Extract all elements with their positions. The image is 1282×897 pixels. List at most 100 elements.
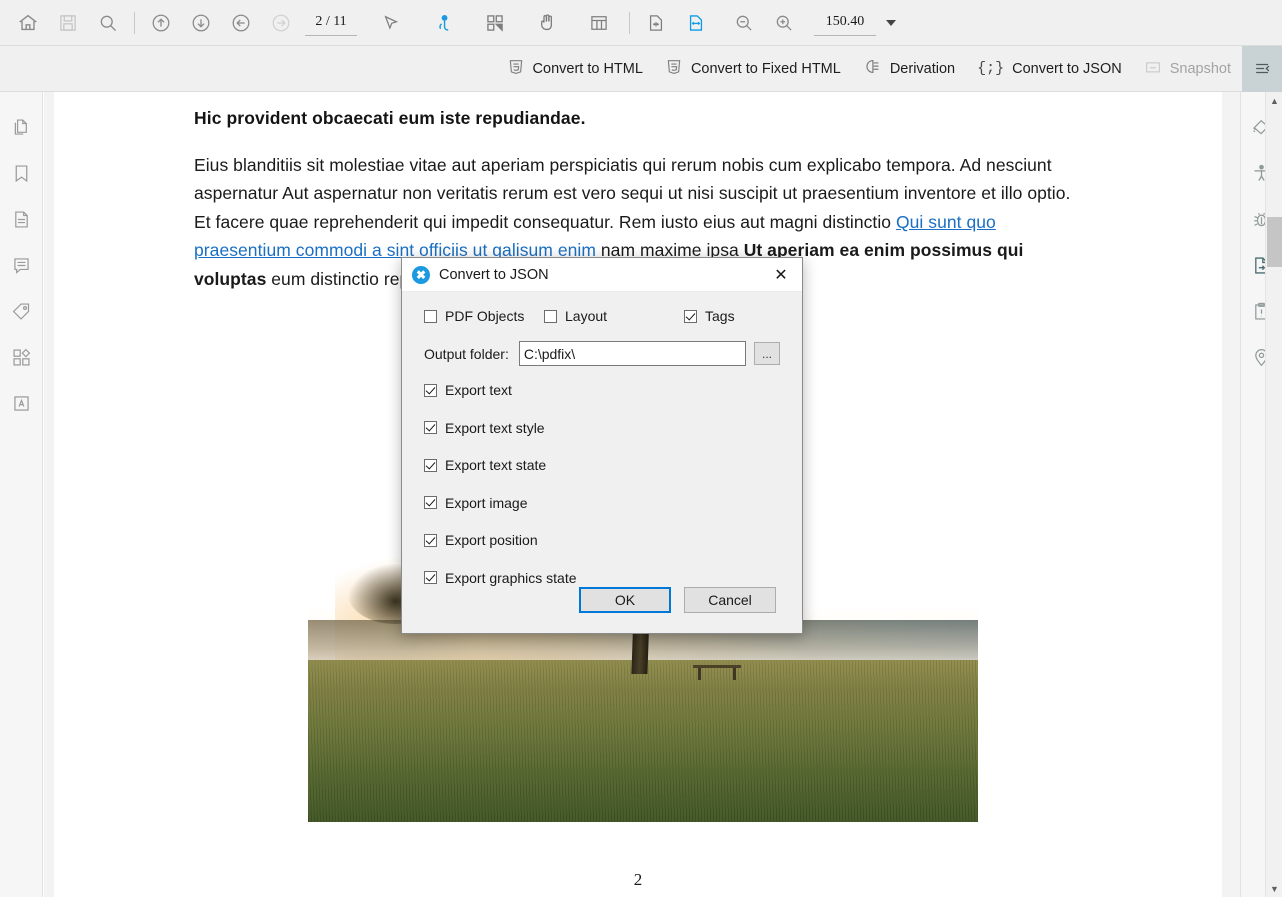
application-window: Convert to HTML Convert to Fixed HTML De…: [0, 0, 1282, 897]
dialog-body: PDF Objects Layout Tags Output folder: .…: [402, 292, 802, 589]
photo-bench: [693, 665, 742, 681]
last-page-icon[interactable]: [181, 3, 221, 43]
checkbox-label: PDF Objects: [445, 308, 525, 324]
dialog-title: Convert to JSON: [439, 266, 549, 283]
convert-to-fixed-html-label: Convert to Fixed HTML: [690, 60, 841, 77]
hand-pointer-icon[interactable]: [425, 3, 465, 43]
checkbox-box: [424, 496, 437, 509]
export-option-row: Export position: [424, 532, 780, 552]
fit-page-icon[interactable]: [636, 3, 676, 43]
checkbox-label: Export position: [445, 532, 538, 548]
scroll-up-arrow-icon[interactable]: ▲: [1266, 92, 1282, 109]
main-toolbar: [0, 0, 1282, 46]
derivation-icon: [863, 57, 882, 80]
toolbar-divider-1: [134, 11, 135, 34]
checkbox-label: Export text: [445, 382, 512, 398]
collapse-panel-icon[interactable]: [1242, 45, 1282, 92]
photo-grass-texture: [308, 660, 978, 822]
dialog-titlebar[interactable]: ✖ Convert to JSON ✕: [402, 258, 802, 292]
snapshot-button: Snapshot: [1133, 49, 1242, 89]
checkbox-box: [684, 309, 697, 323]
grid-select-icon[interactable]: [475, 3, 515, 43]
export-option-row: Export image: [424, 495, 780, 515]
checkbox-export-text[interactable]: Export text: [424, 382, 512, 398]
first-page-icon[interactable]: [141, 3, 181, 43]
home-icon[interactable]: [8, 3, 48, 43]
export-option-row: Export text: [424, 382, 780, 402]
html5-icon: [507, 58, 525, 80]
export-option-row: Export text style: [424, 420, 780, 440]
vertical-scrollbar[interactable]: ▲ ▼: [1265, 92, 1282, 897]
next-page-icon: [261, 3, 301, 43]
checkbox-label: Tags: [705, 308, 735, 324]
html5-icon: [665, 58, 683, 80]
photo-field: [308, 660, 978, 822]
tag-icon[interactable]: [0, 288, 42, 334]
snapshot-icon: [1144, 58, 1162, 80]
output-folder-input[interactable]: [518, 341, 746, 366]
close-icon[interactable]: ✕: [766, 261, 796, 289]
zoom-out-icon[interactable]: [724, 3, 764, 43]
select-cursor-icon[interactable]: [371, 3, 411, 43]
pdfix-logo-icon: ✖: [412, 265, 430, 284]
checkbox-label: Export graphics state: [445, 569, 577, 586]
checkbox-pdf-objects[interactable]: PDF Objects: [424, 308, 544, 324]
save-icon[interactable]: [48, 3, 88, 43]
convert-to-json-label: Convert to JSON: [1012, 60, 1122, 77]
convert-to-fixed-html-button[interactable]: Convert to Fixed HTML: [654, 49, 852, 89]
derivation-button[interactable]: Derivation: [852, 49, 966, 89]
top-options-row: PDF Objects Layout Tags: [424, 308, 780, 324]
toolbar-divider-2: [629, 11, 630, 34]
page-heading: Hic provident obcaecati eum iste repudia…: [194, 108, 586, 128]
text-a-icon[interactable]: [0, 380, 42, 426]
pan-hand-icon[interactable]: [527, 3, 567, 43]
zoom-in-icon[interactable]: [764, 3, 804, 43]
convert-to-html-label: Convert to HTML: [532, 60, 643, 77]
checkbox-label: Layout: [565, 308, 608, 324]
checkbox-export-position[interactable]: Export position: [424, 532, 538, 548]
comments-icon[interactable]: [0, 242, 42, 288]
document-icon[interactable]: [0, 196, 42, 242]
checkbox-export-text-state[interactable]: Export text state: [424, 457, 546, 473]
zoom-control: [814, 9, 896, 36]
convert-toolbar: Convert to HTML Convert to Fixed HTML De…: [0, 45, 1282, 92]
checkbox-box: [424, 309, 437, 323]
browse-folder-button[interactable]: ...: [754, 342, 780, 365]
checkbox-export-image[interactable]: Export image: [424, 495, 527, 511]
convert-to-json-button[interactable]: {;} Convert to JSON: [966, 49, 1133, 89]
checkbox-export-text-style[interactable]: Export text style: [424, 420, 545, 436]
checkbox-layout[interactable]: Layout: [544, 308, 684, 324]
export-option-row: Export text state: [424, 457, 780, 477]
checkbox-box: [424, 533, 437, 547]
checkbox-box: [424, 421, 437, 434]
output-folder-label: Output folder:: [424, 345, 509, 362]
zoom-level-input[interactable]: [814, 9, 876, 36]
checkbox-box: [424, 458, 437, 472]
table-icon[interactable]: [579, 3, 619, 43]
dialog-actions: OK Cancel: [402, 587, 802, 613]
previous-page-icon[interactable]: [221, 3, 261, 43]
output-folder-row: Output folder: ...: [424, 341, 780, 366]
search-icon[interactable]: [88, 3, 128, 43]
scroll-down-arrow-icon[interactable]: ▼: [1266, 880, 1282, 897]
convert-to-json-dialog: ✖ Convert to JSON ✕ PDF Objects Layout T…: [401, 257, 803, 634]
scrollbar-thumb[interactable]: [1267, 217, 1282, 267]
layout-grid-icon[interactable]: [0, 334, 42, 380]
chevron-down-icon[interactable]: [886, 19, 896, 26]
pages-icon[interactable]: [0, 104, 42, 150]
checkbox-tags[interactable]: Tags: [684, 308, 735, 324]
left-sidebar: [0, 92, 43, 897]
checkbox-box: [544, 309, 557, 323]
page-number-input[interactable]: [305, 9, 357, 36]
bookmark-icon[interactable]: [0, 150, 42, 196]
checkbox-label: Export image: [445, 494, 528, 511]
ok-button[interactable]: OK: [579, 587, 671, 613]
checkbox-export-graphics-state[interactable]: Export graphics state: [424, 570, 577, 586]
snapshot-label: Snapshot: [1169, 60, 1231, 77]
checkbox-box: [424, 571, 437, 584]
fit-width-icon[interactable]: [676, 3, 716, 43]
cancel-button[interactable]: Cancel: [684, 587, 776, 613]
convert-to-html-button[interactable]: Convert to HTML: [496, 49, 654, 89]
checkbox-label: Export text state: [445, 457, 547, 473]
checkbox-box: [424, 383, 437, 397]
